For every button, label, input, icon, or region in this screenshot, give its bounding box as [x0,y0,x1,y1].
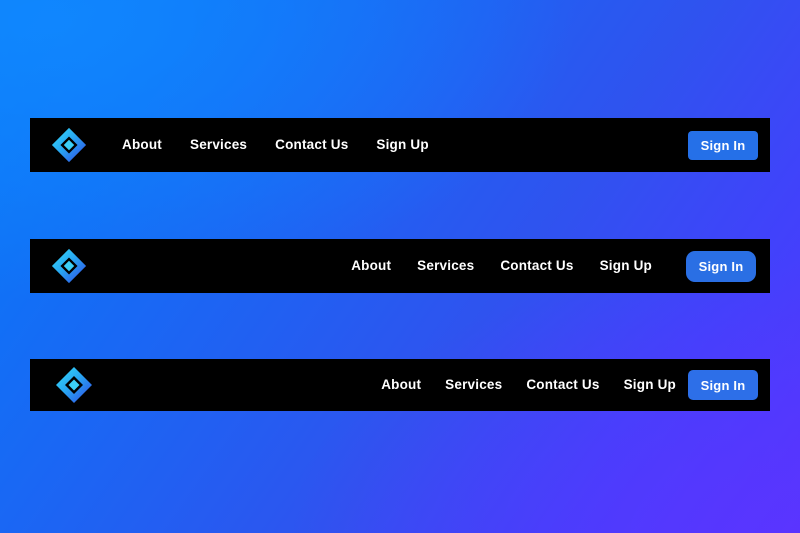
sign-in-button[interactable]: Sign In [688,130,758,160]
sign-in-button[interactable]: Sign In [686,250,756,282]
navbar-variant-1: About Services Contact Us Sign Up Sign I… [30,118,770,172]
nav-link-about[interactable]: About [351,259,391,273]
nav-link-sign-up[interactable]: Sign Up [624,378,676,392]
nav-link-contact-us[interactable]: Contact Us [526,378,599,392]
nav-link-services[interactable]: Services [445,378,502,392]
diamond-logo-icon[interactable] [54,365,94,405]
nav-links-1: About Services Contact Us Sign Up [122,138,429,152]
nav-links-3: About Services Contact Us Sign Up [381,378,676,392]
navbar-variant-2: About Services Contact Us Sign Up Sign I… [30,239,770,293]
nav-links-2: About Services Contact Us Sign Up [351,259,652,273]
nav-link-sign-up[interactable]: Sign Up [600,259,652,273]
page-canvas: About Services Contact Us Sign Up Sign I… [0,0,800,533]
diamond-logo-icon[interactable] [50,247,88,285]
nav-link-contact-us[interactable]: Contact Us [500,259,573,273]
nav-link-about[interactable]: About [381,378,421,392]
nav-link-services[interactable]: Services [190,138,247,152]
sign-in-button[interactable]: Sign In [688,370,758,400]
nav-link-sign-up[interactable]: Sign Up [376,138,428,152]
navbar-variant-3: About Services Contact Us Sign Up Sign I… [30,359,770,411]
nav-link-about[interactable]: About [122,138,162,152]
diamond-logo-icon[interactable] [50,126,88,164]
nav-link-services[interactable]: Services [417,259,474,273]
nav-link-contact-us[interactable]: Contact Us [275,138,348,152]
